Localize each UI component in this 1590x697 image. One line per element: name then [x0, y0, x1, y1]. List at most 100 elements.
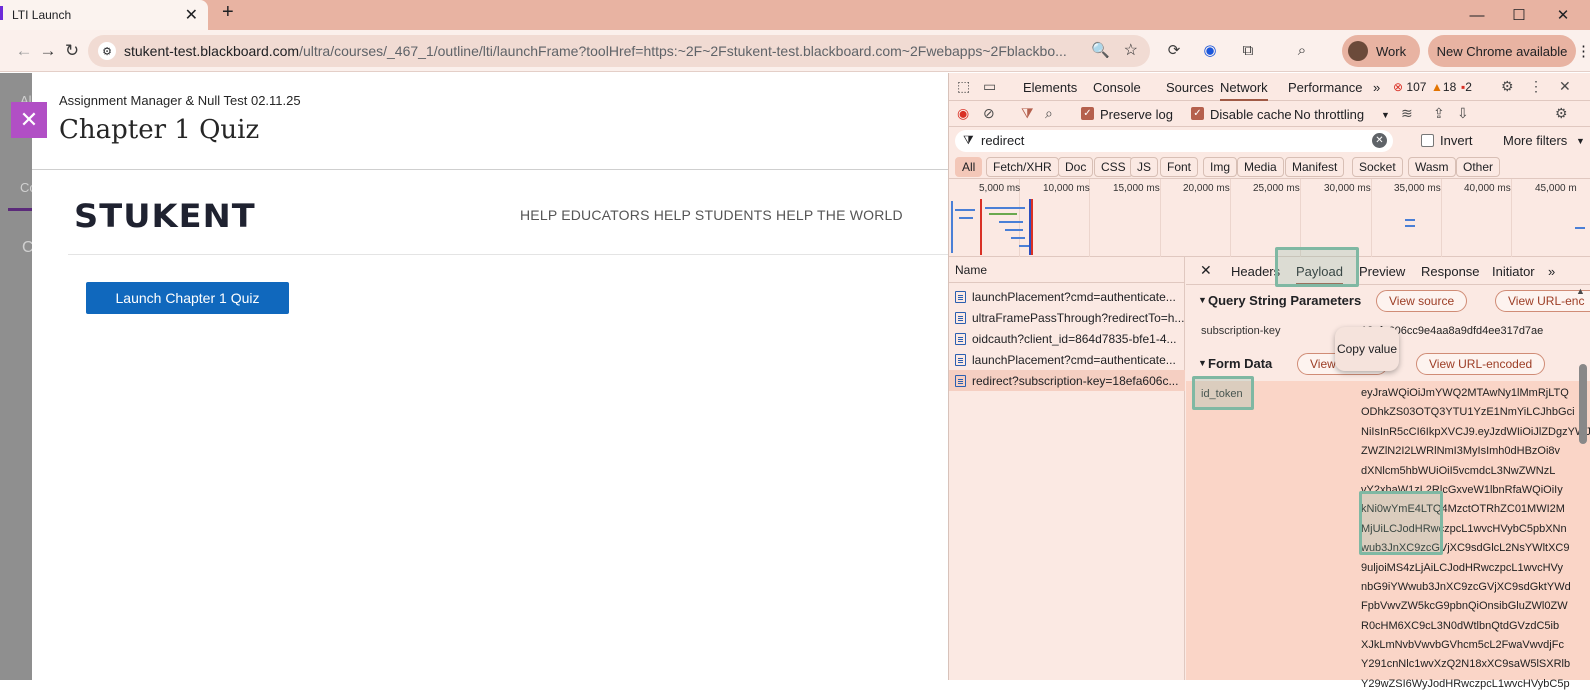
- preserve-log-label: Preserve log: [1100, 107, 1173, 122]
- extension-sync-icon[interactable]: ⟳: [1163, 39, 1185, 61]
- url-text[interactable]: stukent-test.blackboard.com/ultra/course…: [124, 43, 1066, 59]
- list-item[interactable]: redirect?subscription-key=18efa606c...: [949, 370, 1185, 391]
- type-filter-img[interactable]: Img: [1203, 157, 1238, 177]
- close-detail-icon[interactable]: ✕: [1200, 262, 1212, 279]
- browser-tab[interactable]: LTI Launch ✕: [0, 0, 208, 30]
- type-filter-other[interactable]: Other: [1456, 157, 1501, 177]
- record-icon[interactable]: ◉: [957, 105, 969, 122]
- backdrop-accent: [8, 208, 32, 211]
- download-icon[interactable]: ⇩: [1457, 105, 1469, 122]
- type-filter-fetch[interactable]: Fetch/XHR: [986, 157, 1059, 177]
- tab-preview[interactable]: Preview: [1359, 264, 1405, 279]
- tab-elements[interactable]: Elements: [1023, 80, 1077, 95]
- extensions-puzzle-icon[interactable]: ⧉: [1237, 39, 1259, 61]
- tab-performance[interactable]: Performance: [1288, 80, 1362, 95]
- type-filter-all[interactable]: All: [955, 157, 983, 177]
- network-overview-timeline[interactable]: 5,000 ms 10,000 ms 15,000 ms 20,000 ms 2…: [949, 179, 1590, 257]
- resource-type-filters: All Fetch/XHR Doc CSS JS Font Img Media …: [949, 155, 1590, 179]
- search-icon[interactable]: ⌕: [1045, 105, 1053, 122]
- launch-quiz-button[interactable]: Launch Chapter 1 Quiz: [86, 282, 289, 314]
- clear-icon[interactable]: ⊘: [983, 105, 995, 122]
- settings-gear-icon[interactable]: ⚙: [1501, 78, 1514, 95]
- inspect-element-icon[interactable]: ⬚: [957, 78, 970, 95]
- error-count-badge[interactable]: ⊗ 107: [1393, 80, 1426, 94]
- list-item[interactable]: launchPlacement?cmd=authenticate...: [949, 286, 1185, 307]
- query-string-section[interactable]: ▼ Query String Parameters View source Vi…: [1186, 287, 1590, 315]
- network-toolbar: ◉ ⊘ ⧩ ⌕ ✓ Preserve log ✓ Disable cache N…: [949, 101, 1590, 127]
- copy-value-menu-item[interactable]: Copy value: [1335, 327, 1399, 371]
- chevron-down-icon[interactable]: ▼: [1381, 110, 1390, 120]
- network-settings-icon[interactable]: ⚙: [1555, 105, 1568, 122]
- bookmark-star-icon[interactable]: ☆: [1124, 40, 1138, 60]
- profile-button[interactable]: Work: [1342, 35, 1420, 67]
- clear-filter-icon[interactable]: ✕: [1372, 133, 1387, 148]
- devtools-panel: ⬚ ▭ Elements Console Sources Network Per…: [948, 73, 1590, 690]
- maximize-icon[interactable]: ☐: [1496, 0, 1542, 30]
- view-url-encoded-button[interactable]: View URL-encoded: [1416, 353, 1546, 375]
- type-filter-media[interactable]: Media: [1237, 157, 1284, 177]
- warning-count-badge[interactable]: ▲18: [1431, 80, 1456, 94]
- type-filter-doc[interactable]: Doc: [1058, 157, 1094, 177]
- window-close-icon[interactable]: ✕: [1540, 0, 1586, 30]
- reload-icon[interactable]: ↻: [60, 39, 84, 63]
- filter-input[interactable]: ⧩ redirect ✕: [955, 130, 1393, 152]
- tab-response[interactable]: Response: [1421, 264, 1480, 279]
- type-filter-wasm[interactable]: Wasm: [1408, 157, 1456, 177]
- list-item[interactable]: launchPlacement?cmd=authenticate...: [949, 349, 1185, 370]
- issues-count-badge[interactable]: ▪2: [1461, 80, 1472, 94]
- zoom-icon[interactable]: 🔍: [1091, 41, 1110, 59]
- detail-scrollbar[interactable]: [1579, 364, 1587, 444]
- tab-close-icon[interactable]: ✕: [185, 5, 198, 25]
- chrome-menu-icon[interactable]: ⋮: [1576, 42, 1590, 60]
- devtools-menu-icon[interactable]: ⋮: [1529, 78, 1543, 95]
- forward-icon[interactable]: →: [36, 39, 60, 63]
- type-filter-manifest[interactable]: Manifest: [1285, 157, 1345, 177]
- more-tabs-icon[interactable]: »: [1373, 80, 1380, 95]
- throttling-select[interactable]: No throttling: [1294, 107, 1364, 122]
- more-tabs-icon[interactable]: »: [1548, 264, 1555, 279]
- type-filter-js[interactable]: JS: [1130, 157, 1159, 177]
- more-filters-dropdown[interactable]: More filters: [1503, 133, 1567, 148]
- list-item[interactable]: oidcauth?client_id=864d7835-bfe1-4...: [949, 328, 1185, 349]
- request-list: Name launchPlacement?cmd=authenticate...…: [949, 257, 1185, 680]
- tab-sources[interactable]: Sources: [1166, 80, 1214, 95]
- section-title: Form Data: [1208, 356, 1273, 371]
- address-bar[interactable]: ⚙ stukent-test.blackboard.com/ultra/cour…: [88, 35, 1150, 67]
- chrome-update-button[interactable]: New Chrome available: [1428, 35, 1576, 67]
- document-icon: [955, 353, 966, 366]
- close-panel-icon[interactable]: ✕: [11, 102, 47, 138]
- view-source-button[interactable]: View source: [1376, 290, 1468, 312]
- filter-value[interactable]: redirect: [981, 133, 1024, 148]
- network-conditions-icon[interactable]: ≋: [1401, 105, 1413, 122]
- type-filter-socket[interactable]: Socket: [1352, 157, 1403, 177]
- tab-network[interactable]: Network: [1220, 80, 1268, 101]
- preserve-log-checkbox[interactable]: ✓: [1081, 107, 1094, 120]
- chevron-down-icon[interactable]: ▼: [1576, 136, 1585, 146]
- invert-checkbox[interactable]: [1421, 134, 1434, 147]
- tab-initiator[interactable]: Initiator: [1492, 264, 1535, 279]
- minimize-icon[interactable]: ―: [1454, 0, 1500, 30]
- copy-value-highlight: [1359, 491, 1443, 555]
- filter-icon[interactable]: ⧩: [1021, 105, 1034, 122]
- scroll-up-icon[interactable]: ▲: [1576, 286, 1585, 296]
- section-title: Query String Parameters: [1208, 293, 1362, 308]
- list-item[interactable]: ultraFramePassThrough?redirectTo=h...: [949, 307, 1185, 328]
- tab-console[interactable]: Console: [1093, 80, 1141, 95]
- name-column-header[interactable]: Name: [949, 257, 1184, 283]
- upload-icon[interactable]: ⇪: [1433, 105, 1445, 122]
- new-tab-icon[interactable]: +: [222, 1, 234, 24]
- devtools-close-icon[interactable]: ✕: [1559, 78, 1571, 95]
- type-filter-css[interactable]: CSS: [1094, 157, 1133, 177]
- payload-tab-highlight: [1275, 247, 1359, 287]
- site-info-icon[interactable]: ⚙: [98, 42, 116, 60]
- timeline-tick: 20,000 ms: [1183, 183, 1230, 194]
- filter-row: ⧩ redirect ✕ Invert More filters ▼: [949, 127, 1590, 155]
- disable-cache-checkbox[interactable]: ✓: [1191, 107, 1204, 120]
- type-filter-font[interactable]: Font: [1160, 157, 1199, 177]
- lti-launch-panel: Assignment Manager & Null Test 02.11.25 …: [32, 73, 952, 680]
- extension-blue-icon[interactable]: ◉: [1199, 39, 1221, 61]
- tab-search-icon[interactable]: ⌕: [1291, 39, 1313, 61]
- device-toolbar-icon[interactable]: ▭: [983, 78, 996, 95]
- tab-headers[interactable]: Headers: [1231, 264, 1280, 279]
- back-icon[interactable]: ←: [12, 39, 36, 63]
